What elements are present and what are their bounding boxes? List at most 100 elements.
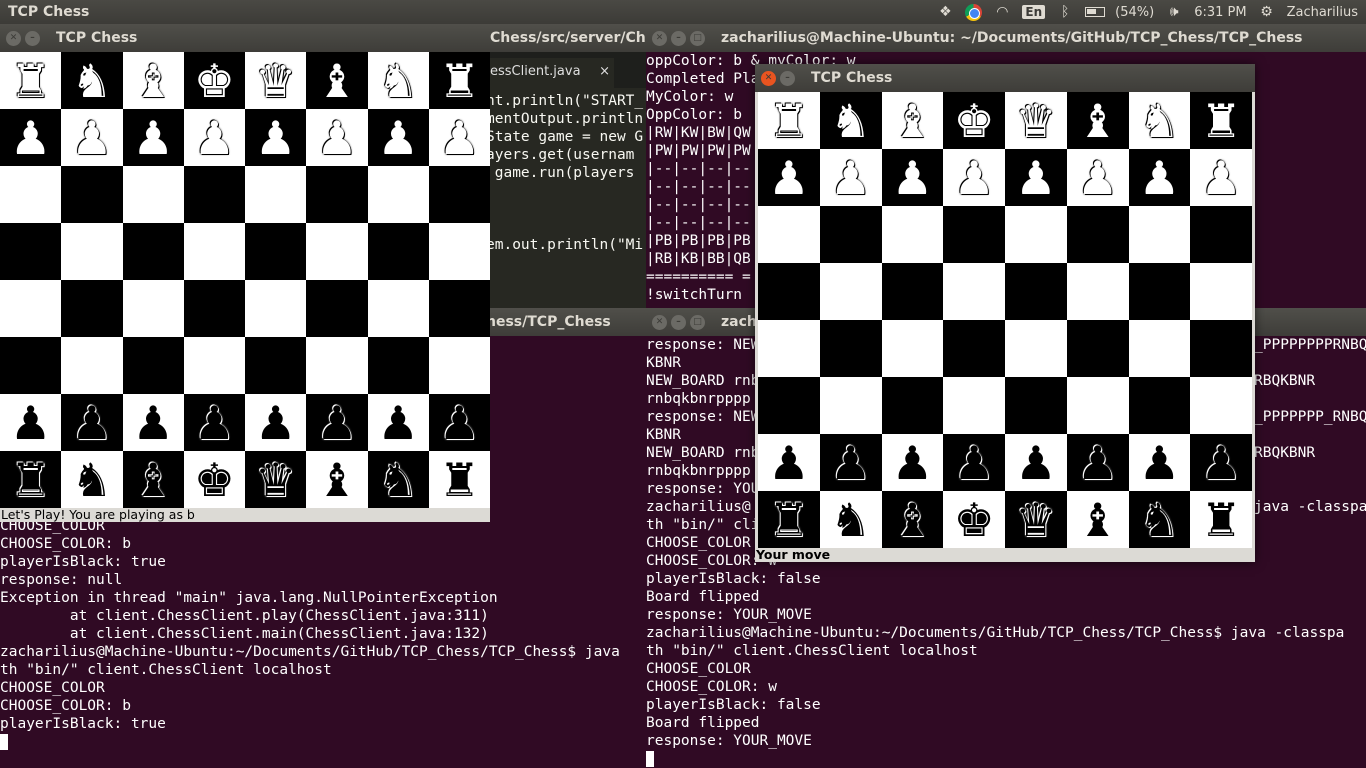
board-square[interactable]: ♟: [819, 434, 882, 491]
chess-piece[interactable]: ♝: [892, 497, 933, 543]
board-square[interactable]: ♜: [0, 451, 62, 508]
chess-piece[interactable]: ♟: [439, 115, 480, 161]
board-square[interactable]: ♞: [819, 491, 882, 548]
board-square[interactable]: ♞: [61, 451, 123, 508]
board-square[interactable]: [1005, 377, 1067, 434]
board-square[interactable]: ♟: [1190, 434, 1252, 491]
board-square[interactable]: ♟: [1066, 149, 1129, 206]
chess-piece[interactable]: ♞: [71, 457, 112, 503]
board-square[interactable]: ♜: [758, 92, 820, 149]
board-square[interactable]: ♜: [0, 52, 62, 109]
chess-piece[interactable]: ♟: [316, 400, 357, 446]
board-square[interactable]: ♚: [183, 52, 245, 109]
board-square[interactable]: ♞: [367, 451, 429, 508]
board-square[interactable]: ♞: [819, 92, 882, 149]
board-square[interactable]: [943, 320, 1005, 377]
board-square[interactable]: ♞: [1128, 92, 1191, 149]
chess-piece[interactable]: ♚: [194, 457, 235, 503]
board-square[interactable]: ♛: [1005, 92, 1067, 149]
board-square[interactable]: [245, 337, 307, 394]
board-square[interactable]: ♜: [758, 491, 820, 548]
chess-piece[interactable]: ♝: [133, 58, 174, 104]
close-icon[interactable]: ✕: [652, 30, 667, 46]
chess-piece[interactable]: ♝: [1077, 98, 1118, 144]
board-square[interactable]: ♟: [758, 434, 820, 491]
board-square[interactable]: [1128, 320, 1191, 377]
board-square[interactable]: [122, 280, 184, 337]
chess-piece[interactable]: ♟: [439, 400, 480, 446]
chess-piece[interactable]: ♚: [954, 98, 995, 144]
clock[interactable]: 6:31 PM: [1194, 5, 1246, 20]
chess-piece[interactable]: ♞: [1139, 497, 1180, 543]
board-square[interactable]: [1066, 263, 1129, 320]
board-square[interactable]: [1005, 263, 1067, 320]
board-square[interactable]: [306, 223, 368, 280]
board-square[interactable]: [943, 377, 1005, 434]
board-square[interactable]: ♜: [1190, 491, 1252, 548]
chess-piece[interactable]: ♞: [378, 457, 419, 503]
board-square[interactable]: [428, 223, 490, 280]
board-square[interactable]: [122, 166, 184, 223]
board-square[interactable]: ♜: [428, 451, 490, 508]
chess-right-titlebar[interactable]: ✕ – TCP Chess: [755, 64, 1255, 92]
board-square[interactable]: [245, 280, 307, 337]
board-square[interactable]: ♟: [61, 394, 123, 451]
chess-piece[interactable]: ♝: [316, 457, 357, 503]
board-square[interactable]: ♟: [943, 149, 1005, 206]
board-square[interactable]: [367, 166, 429, 223]
board-square[interactable]: [122, 223, 184, 280]
maximize-icon[interactable]: □: [690, 314, 705, 330]
board-square[interactable]: ♝: [122, 451, 184, 508]
board-square[interactable]: ♞: [61, 52, 123, 109]
board-square[interactable]: [1066, 320, 1129, 377]
chess-piece[interactable]: ♞: [830, 98, 871, 144]
board-square[interactable]: ♟: [428, 394, 490, 451]
board-square[interactable]: [1190, 263, 1252, 320]
chess-piece[interactable]: ♟: [194, 400, 235, 446]
chess-piece[interactable]: ♚: [194, 58, 235, 104]
editor-titlebar[interactable]: Chess/src/server/Ches: [486, 24, 646, 52]
board-square[interactable]: ♟: [122, 109, 184, 166]
board-square[interactable]: [881, 320, 944, 377]
chess-piece[interactable]: ♟: [768, 155, 809, 201]
board-square[interactable]: [1066, 206, 1129, 263]
board-square[interactable]: ♚: [183, 451, 245, 508]
chess-piece[interactable]: ♟: [71, 115, 112, 161]
board-square[interactable]: [0, 223, 62, 280]
board-square[interactable]: [0, 166, 62, 223]
chess-piece[interactable]: ♟: [378, 400, 419, 446]
board-square[interactable]: [306, 280, 368, 337]
chess-piece[interactable]: ♜: [768, 98, 809, 144]
chess-piece[interactable]: ♟: [10, 400, 51, 446]
board-square[interactable]: ♟: [0, 109, 62, 166]
chess-piece[interactable]: ♟: [255, 115, 296, 161]
board-square[interactable]: [367, 337, 429, 394]
board-square[interactable]: ♟: [183, 109, 245, 166]
board-square[interactable]: [306, 337, 368, 394]
board-square[interactable]: [1066, 377, 1129, 434]
board-square[interactable]: [1005, 320, 1067, 377]
board-square[interactable]: ♟: [61, 109, 123, 166]
board-square[interactable]: ♚: [943, 491, 1005, 548]
board-square[interactable]: [61, 280, 123, 337]
board-square[interactable]: ♝: [881, 491, 944, 548]
chess-piece[interactable]: ♟: [1139, 155, 1180, 201]
board-square[interactable]: ♝: [306, 451, 368, 508]
minimize-icon[interactable]: –: [671, 30, 686, 46]
board-square[interactable]: [881, 263, 944, 320]
board-square[interactable]: [1190, 377, 1252, 434]
chess-piece[interactable]: ♜: [10, 58, 51, 104]
board-square[interactable]: ♛: [1005, 491, 1067, 548]
board-square[interactable]: [245, 166, 307, 223]
board-square[interactable]: [1128, 377, 1191, 434]
board-square[interactable]: ♟: [1066, 434, 1129, 491]
close-icon[interactable]: ✕: [6, 30, 21, 46]
chess-piece[interactable]: ♝: [892, 98, 933, 144]
user-name[interactable]: Zacharilius: [1287, 5, 1358, 20]
board-square[interactable]: ♟: [306, 109, 368, 166]
board-square[interactable]: ♛: [245, 52, 307, 109]
battery-icon[interactable]: [1085, 7, 1106, 17]
chess-piece[interactable]: ♞: [71, 58, 112, 104]
chess-piece[interactable]: ♛: [255, 457, 296, 503]
board-square[interactable]: [0, 337, 62, 394]
